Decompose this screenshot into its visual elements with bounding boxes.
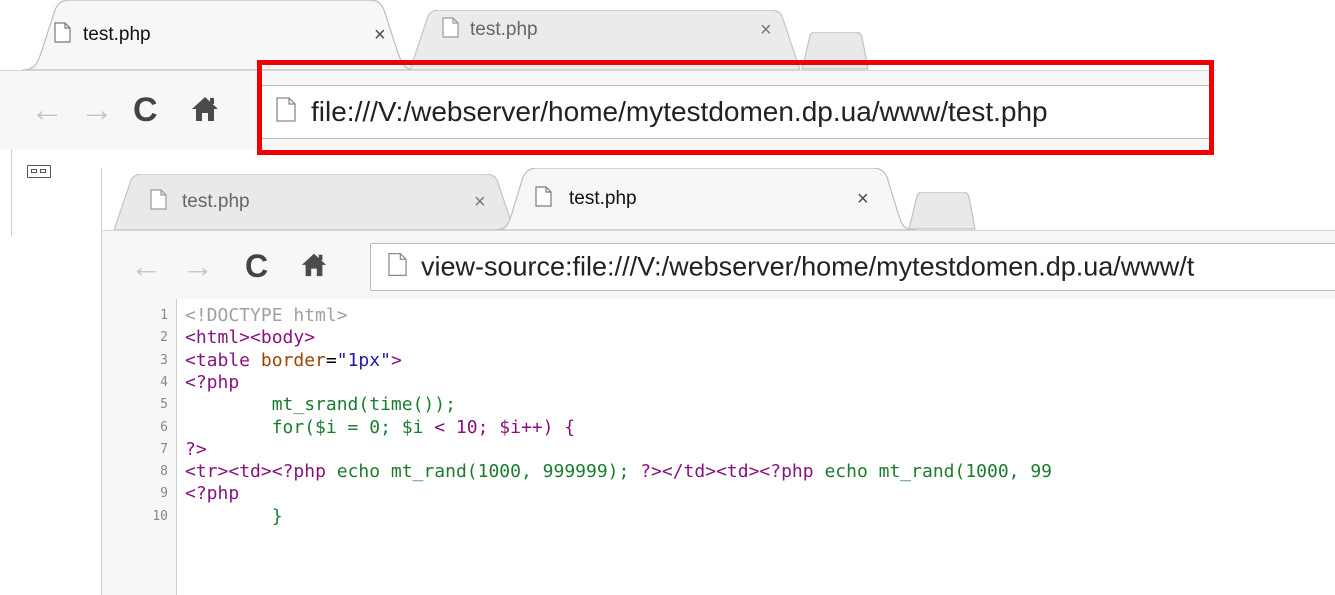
tab-shape bbox=[495, 168, 915, 230]
source-line: 2 <html><body> bbox=[102, 326, 1335, 348]
page-icon bbox=[442, 17, 459, 43]
page-icon bbox=[150, 189, 167, 215]
reload-icon[interactable]: C bbox=[133, 93, 158, 127]
line-number: 7 bbox=[160, 441, 168, 457]
line-number: 1 bbox=[160, 308, 168, 323]
close-icon[interactable]: × bbox=[857, 189, 869, 209]
line-number: 3 bbox=[160, 352, 168, 368]
new-tab-button[interactable] bbox=[907, 191, 977, 230]
line-number: 5 bbox=[160, 397, 168, 413]
source-line: 5 mt_srand(time()); bbox=[102, 393, 1335, 415]
back-arrow-icon[interactable]: ← bbox=[130, 250, 162, 282]
home-icon[interactable] bbox=[300, 250, 328, 281]
source-code-text: <tr><td><?php echo mt_rand(1000, 999999)… bbox=[185, 461, 1053, 483]
line-number: 9 bbox=[160, 486, 168, 502]
close-icon[interactable]: × bbox=[474, 192, 486, 212]
source-line: 8 <tr><td><?php echo mt_rand(1000, 999999… bbox=[102, 460, 1335, 482]
source-code-text: mt_srand(time()); bbox=[185, 394, 456, 416]
forward-arrow-icon[interactable]: → bbox=[80, 93, 114, 127]
home-icon[interactable] bbox=[190, 94, 220, 126]
source-code-text: ?> bbox=[185, 438, 207, 460]
source-line: 10 } bbox=[102, 505, 1335, 527]
back-arrow-icon[interactable]: ← bbox=[30, 93, 64, 127]
tab-title: test.php bbox=[182, 191, 250, 212]
tab-strip: test.php × test.php × bbox=[0, 0, 1216, 70]
tab-active[interactable]: test.php × bbox=[22, 0, 417, 70]
source-code-text: <?php bbox=[185, 483, 240, 505]
source-code-text: <html><body> bbox=[185, 327, 316, 349]
tab-shape bbox=[114, 174, 514, 230]
source-line: 6 for($i = 0; $i < 10; $i++) { bbox=[102, 416, 1335, 438]
tab-title: test.php bbox=[83, 24, 151, 45]
tab-strip: test.php × test.php × bbox=[102, 168, 1335, 230]
source-line: 9 <?php bbox=[102, 482, 1335, 504]
tab-title: test.php bbox=[470, 19, 538, 40]
line-number: 2 bbox=[160, 330, 168, 346]
toolbar: ← → C file:///V:/webserver/home/mytestdo… bbox=[0, 70, 1216, 150]
app-icon bbox=[27, 165, 51, 178]
address-bar[interactable]: view-source:file:///V:/webserver/home/my… bbox=[370, 243, 1335, 291]
toolbar: ← → C view-source:file:///V:/webserver/h… bbox=[102, 230, 1335, 301]
close-icon[interactable]: × bbox=[760, 20, 772, 40]
source-code-text: for($i = 0; $i < 10; $i++) { bbox=[185, 416, 576, 438]
line-number: 8 bbox=[160, 464, 168, 480]
page-icon bbox=[388, 252, 407, 282]
source-line: 3 <table border="1px"> bbox=[102, 349, 1335, 371]
tab-active[interactable]: test.php × bbox=[495, 168, 915, 230]
reload-icon[interactable]: C bbox=[245, 250, 268, 282]
forward-arrow-icon[interactable]: → bbox=[182, 250, 214, 282]
tab-shape bbox=[22, 0, 417, 70]
url-text: file:///V:/webserver/home/mytestdomen.dp… bbox=[311, 96, 1048, 127]
line-number: 10 bbox=[152, 508, 168, 524]
line-number: 4 bbox=[160, 374, 168, 390]
tab-inactive[interactable]: test.php × bbox=[114, 174, 514, 230]
url-text: view-source:file:///V:/webserver/home/my… bbox=[421, 251, 1195, 282]
source-code-text: } bbox=[185, 505, 283, 527]
page-icon bbox=[54, 22, 71, 48]
line-number: 6 bbox=[160, 419, 168, 435]
address-bar[interactable]: file:///V:/webserver/home/mytestdomen.dp… bbox=[258, 85, 1210, 139]
new-tab-button[interactable] bbox=[800, 31, 870, 70]
source-line: 1 <!DOCTYPE html> bbox=[102, 304, 1335, 326]
page-icon bbox=[276, 97, 296, 127]
tab-shape bbox=[410, 10, 800, 70]
tab-title: test.php bbox=[569, 188, 637, 209]
source-line: 7 ?> bbox=[102, 438, 1335, 460]
source-code-text: <?php bbox=[185, 371, 240, 393]
source-line: 4 <?php bbox=[102, 371, 1335, 393]
source-code-text: <!DOCTYPE html> bbox=[185, 305, 348, 326]
tab-inactive[interactable]: test.php × bbox=[410, 10, 800, 70]
page-icon bbox=[535, 186, 552, 212]
browser-window-front: test.php × test.php × ← → C view-source:… bbox=[101, 168, 1335, 595]
source-code-text: <table border="1px"> bbox=[185, 349, 402, 371]
side-divider bbox=[0, 149, 12, 236]
view-source-panel: 1 <!DOCTYPE html> 2 <html><body> 3 <table bor… bbox=[102, 299, 1335, 595]
close-icon[interactable]: × bbox=[374, 25, 386, 45]
